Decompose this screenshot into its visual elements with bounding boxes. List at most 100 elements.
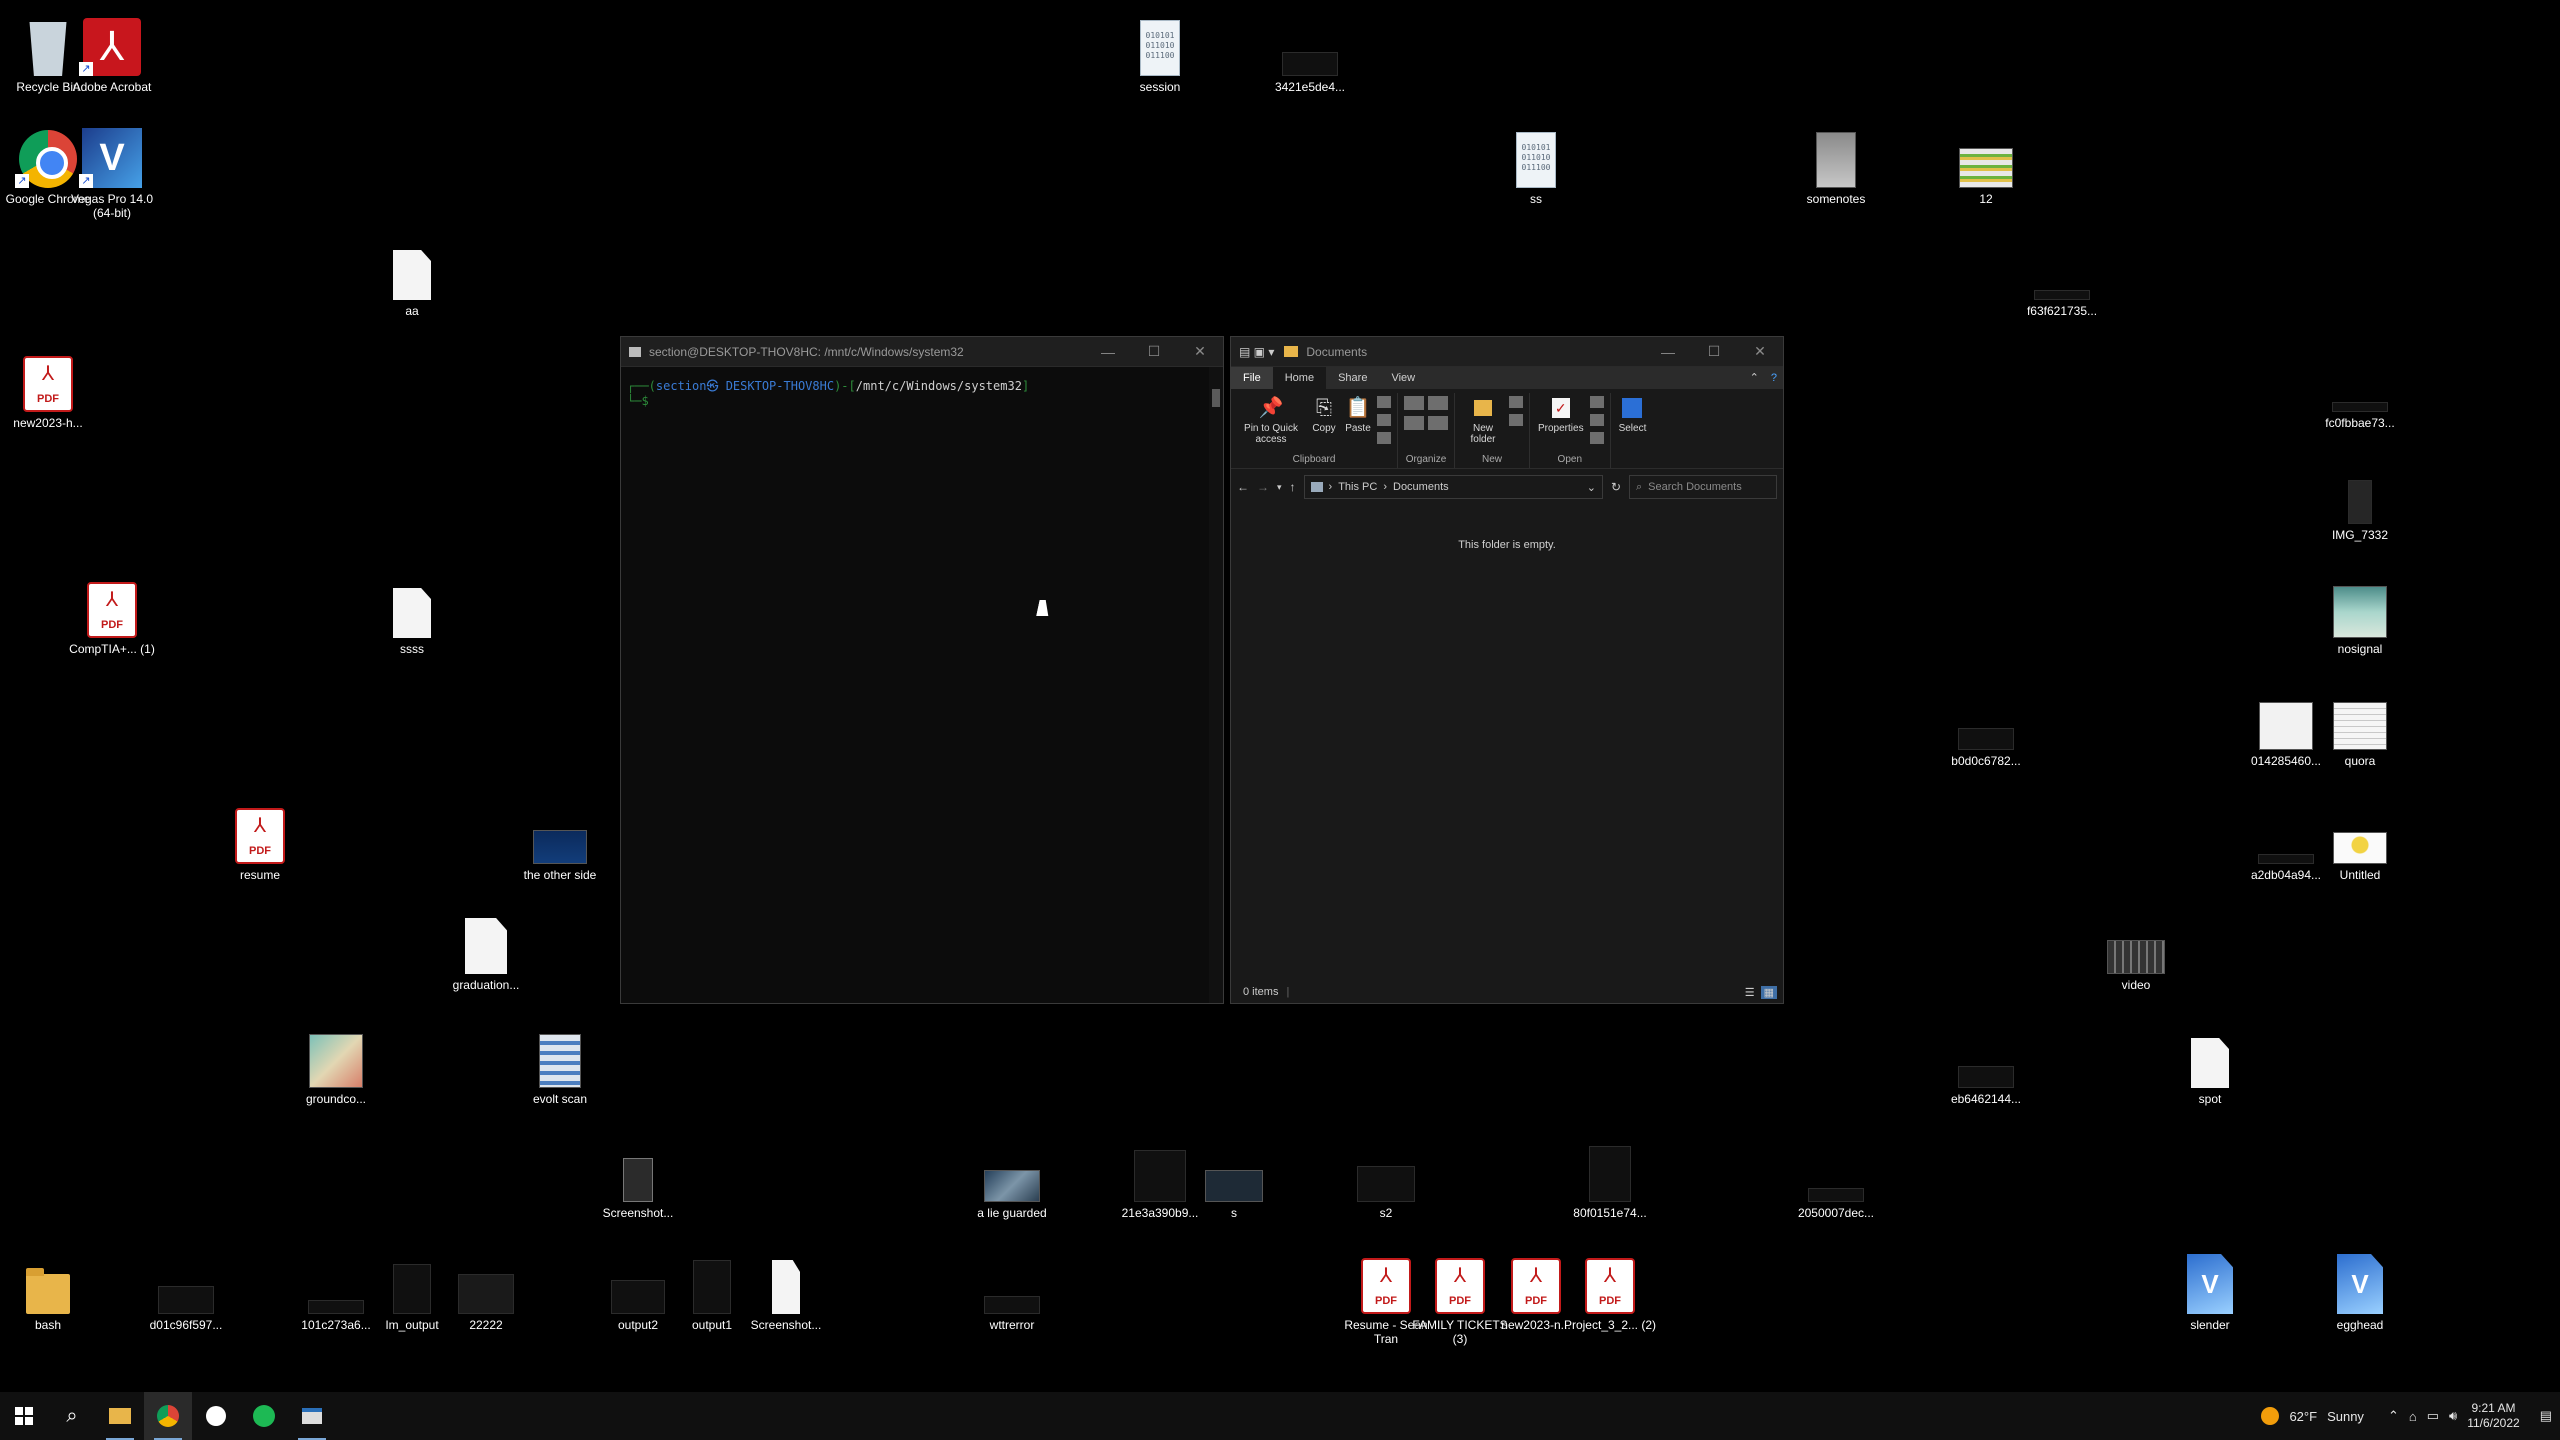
file-new2023-h[interactable]: ⅄ PDF new2023-h... bbox=[0, 344, 96, 430]
forward-button[interactable]: → bbox=[1257, 480, 1269, 494]
file-groundco[interactable]: groundco... bbox=[288, 1020, 384, 1106]
weather-desc[interactable]: Sunny bbox=[2327, 1409, 2364, 1424]
up-button[interactable]: ↑ bbox=[1290, 480, 1296, 494]
scrollbar-thumb[interactable] bbox=[1212, 389, 1220, 407]
file-f63f621735[interactable]: f63f621735... bbox=[2014, 232, 2110, 318]
clock[interactable]: 9:21 AM 11/6/2022 bbox=[2467, 1401, 2520, 1431]
quick-access-toolbar-icon[interactable]: ▤ ▣ ▾ bbox=[1239, 345, 1274, 359]
minimize-button[interactable]: — bbox=[1645, 337, 1691, 367]
copy-button[interactable]: ⎘ Copy bbox=[1307, 393, 1341, 436]
recent-locations-button[interactable]: ▾ bbox=[1277, 482, 1282, 493]
tab-file[interactable]: File bbox=[1231, 367, 1273, 389]
address-dropdown-icon[interactable]: ⌄ bbox=[1587, 481, 1596, 494]
file-somenotes[interactable]: somenotes bbox=[1788, 120, 1884, 206]
history-icon[interactable] bbox=[1589, 432, 1604, 444]
folder-bash[interactable]: bash bbox=[0, 1246, 96, 1332]
maximize-button[interactable]: ☐ bbox=[1131, 337, 1177, 367]
file-eb6462144[interactable]: eb6462144... bbox=[1938, 1020, 2034, 1106]
back-button[interactable]: ← bbox=[1237, 480, 1249, 494]
weather-temp[interactable]: 62°F bbox=[2289, 1409, 2317, 1424]
file-12[interactable]: 12 bbox=[1938, 120, 2034, 206]
file-list-area[interactable]: This folder is empty. bbox=[1231, 527, 1783, 981]
file-2050007dec[interactable]: 2050007dec... bbox=[1788, 1134, 1884, 1220]
minimize-button[interactable]: — bbox=[1085, 337, 1131, 367]
easy-access-icon[interactable] bbox=[1509, 414, 1523, 426]
file-session[interactable]: 010101 011010 011100 session bbox=[1112, 8, 1208, 94]
cut-icon[interactable] bbox=[1377, 396, 1391, 408]
start-button[interactable] bbox=[0, 1392, 48, 1440]
copy-path-icon[interactable] bbox=[1377, 414, 1391, 426]
file-spot[interactable]: spot bbox=[2162, 1020, 2258, 1106]
file-slender[interactable]: V slender bbox=[2162, 1246, 2258, 1332]
taskbar-terminal[interactable] bbox=[288, 1392, 336, 1440]
address-bar[interactable]: › This PC › Documents ⌄ bbox=[1303, 475, 1603, 499]
terminal-titlebar[interactable]: section@DESKTOP-THOV8HC: /mnt/c/Windows/… bbox=[621, 337, 1223, 367]
breadcrumb-this-pc[interactable]: This PC bbox=[1338, 481, 1377, 493]
battery-icon[interactable]: ▭ bbox=[2427, 1408, 2439, 1424]
delete-icon[interactable] bbox=[1428, 396, 1448, 410]
file-resume[interactable]: ⅄ PDF resume bbox=[212, 796, 308, 882]
file-wttrerror[interactable]: wttrerror bbox=[964, 1246, 1060, 1332]
pin-to-quick-access-button[interactable]: 📌 Pin to Quick access bbox=[1235, 393, 1307, 447]
file-screenshot-1[interactable]: Screenshot... bbox=[590, 1134, 686, 1220]
file-s2[interactable]: s2 bbox=[1338, 1134, 1434, 1220]
large-icons-view-icon[interactable]: ▦ bbox=[1760, 985, 1777, 999]
file-b0d0c6782[interactable]: b0d0c6782... bbox=[1938, 682, 2034, 768]
file-aa[interactable]: aa bbox=[364, 232, 460, 318]
file-a-lie-guarded[interactable]: a lie guarded bbox=[964, 1134, 1060, 1220]
properties-button[interactable]: ✓ Properties bbox=[1534, 393, 1588, 436]
tab-home[interactable]: Home bbox=[1272, 367, 1327, 389]
file-evolt-scan[interactable]: evolt scan bbox=[512, 1020, 608, 1106]
details-view-icon[interactable]: ☰ bbox=[1745, 986, 1755, 999]
close-button[interactable]: ✕ bbox=[1737, 337, 1783, 367]
select-button[interactable]: Select bbox=[1615, 393, 1651, 436]
vegas-pro-shortcut[interactable]: V Vegas Pro 14.0 (64-bit) bbox=[64, 120, 160, 220]
tab-view[interactable]: View bbox=[1379, 367, 1427, 389]
file-screenshot-2[interactable]: Screenshot... bbox=[738, 1246, 834, 1332]
file-ss[interactable]: 010101 011010 011100 ss bbox=[1488, 120, 1584, 206]
file-the-other-side[interactable]: the other side bbox=[512, 796, 608, 882]
taskbar-spotify[interactable] bbox=[240, 1392, 288, 1440]
file-fc0fbbae73[interactable]: fc0fbbae73... bbox=[2312, 344, 2408, 430]
new-folder-button[interactable]: New folder bbox=[1459, 393, 1507, 447]
help-icon[interactable]: ? bbox=[1765, 367, 1783, 389]
move-to-icon[interactable] bbox=[1404, 396, 1424, 410]
taskbar-app-bird[interactable] bbox=[192, 1392, 240, 1440]
edit-icon[interactable] bbox=[1589, 414, 1604, 426]
notifications-icon[interactable]: ▤ bbox=[2540, 1408, 2552, 1424]
refresh-icon[interactable]: ↻ bbox=[1611, 480, 1621, 494]
collapse-ribbon-icon[interactable]: ⌃ bbox=[1744, 367, 1765, 389]
search-box[interactable]: ⌕ Search Documents bbox=[1629, 475, 1777, 499]
file-80f0151e74[interactable]: 80f0151e74... bbox=[1562, 1134, 1658, 1220]
taskbar-file-explorer[interactable] bbox=[96, 1392, 144, 1440]
file-nosignal[interactable]: nosignal bbox=[2312, 570, 2408, 656]
file-d01c96f597[interactable]: d01c96f597... bbox=[138, 1246, 234, 1332]
file-explorer-window[interactable]: ▤ ▣ ▾ Documents — ☐ ✕ File Home Share Vi… bbox=[1230, 336, 1784, 1004]
file-img-7332[interactable]: IMG_7332 bbox=[2312, 456, 2408, 542]
network-icon[interactable]: ⌂ bbox=[2409, 1409, 2417, 1424]
file-untitled[interactable]: Untitled bbox=[2312, 796, 2408, 882]
volume-icon[interactable]: 🔊︎ bbox=[2449, 1408, 2457, 1424]
file-22222[interactable]: 22222 bbox=[438, 1246, 534, 1332]
copy-to-icon[interactable] bbox=[1404, 416, 1424, 430]
file-ssss[interactable]: ssss bbox=[364, 570, 460, 656]
file-s[interactable]: s bbox=[1186, 1134, 1282, 1220]
adobe-acrobat-shortcut[interactable]: ⅄ Adobe Acrobat bbox=[64, 8, 160, 94]
file-comptia[interactable]: ⅄ PDF CompTIA+... (1) bbox=[64, 570, 160, 656]
maximize-button[interactable]: ☐ bbox=[1691, 337, 1737, 367]
file-egghead[interactable]: V egghead bbox=[2312, 1246, 2408, 1332]
rename-icon[interactable] bbox=[1428, 416, 1448, 430]
file-project-3[interactable]: ⅄ PDF Project_3_2... (2) bbox=[1562, 1246, 1658, 1332]
close-button[interactable]: ✕ bbox=[1177, 337, 1223, 367]
file-graduation[interactable]: graduation... bbox=[438, 906, 534, 992]
terminal-window[interactable]: section@DESKTOP-THOV8HC: /mnt/c/Windows/… bbox=[620, 336, 1224, 1004]
file-3421e5de4[interactable]: 3421e5de4... bbox=[1262, 8, 1358, 94]
file-quora[interactable]: quora bbox=[2312, 682, 2408, 768]
taskbar-chrome[interactable] bbox=[144, 1392, 192, 1440]
explorer-titlebar[interactable]: ▤ ▣ ▾ Documents — ☐ ✕ bbox=[1231, 337, 1783, 367]
open-icon[interactable] bbox=[1589, 396, 1604, 408]
paste-button[interactable]: 📋 Paste bbox=[1341, 393, 1375, 436]
new-item-icon[interactable] bbox=[1509, 396, 1523, 408]
terminal-output[interactable]: ┌──(section㉿ DESKTOP-THOV8HC)-[/mnt/c/Wi… bbox=[621, 367, 1209, 1003]
terminal-scrollbar[interactable] bbox=[1209, 367, 1223, 1003]
